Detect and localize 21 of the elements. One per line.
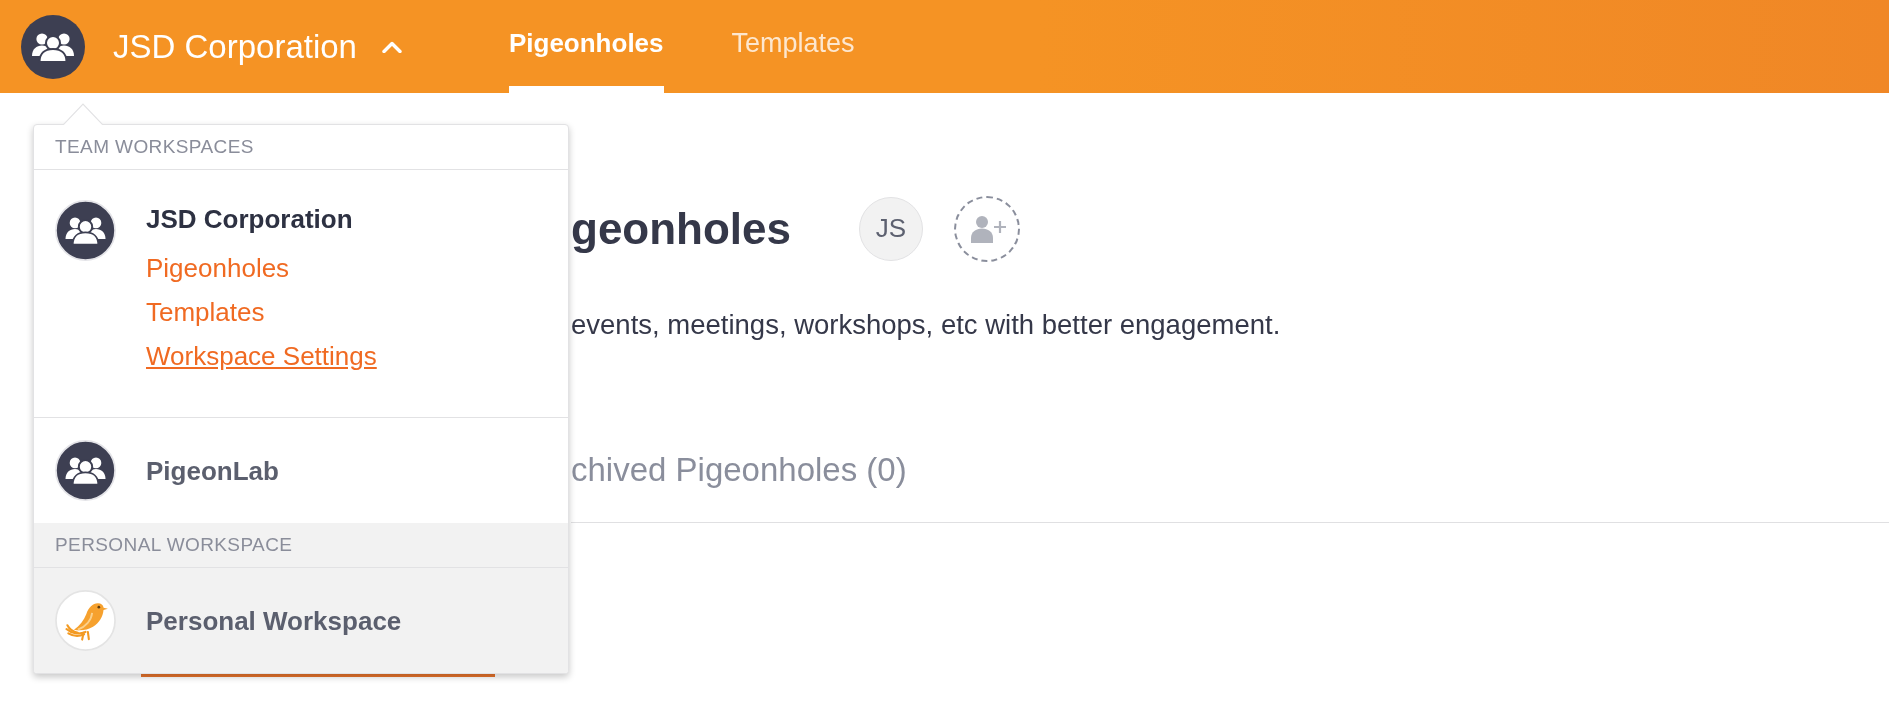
bird-icon [55,590,116,651]
add-member-button[interactable] [954,195,1021,262]
workspace-switcher[interactable]: JSD Corporation [113,26,402,67]
workspace-name[interactable]: Personal Workspace [146,604,402,637]
workspace-link[interactable]: Templates [146,290,265,334]
add-person-icon [969,214,1007,243]
section-heading: TEAM WORKSPACES [55,136,254,158]
page-description: events, meetings, workshops, etc with better engagement. [571,308,1281,342]
content-tab[interactable]: chived Pigeonholes (0) [571,450,907,522]
people-icon [55,200,116,261]
workspace-link[interactable]: Pigeonholes [146,246,290,290]
page-title: geonholes [571,202,792,255]
nav-tab[interactable]: Templates [731,0,855,93]
workspace-link[interactable]: Workspace Settings [146,334,377,378]
nav-tab[interactable]: Pigeonholes [508,0,664,93]
people-icon [55,440,116,501]
member-avatar: JS [859,196,924,261]
workspace-name[interactable]: PigeonLab [146,454,279,487]
section-heading: PERSONAL WORKSPACE [55,534,293,556]
workspace-name[interactable]: JSD Corporation [146,203,353,235]
people-icon [21,14,85,79]
